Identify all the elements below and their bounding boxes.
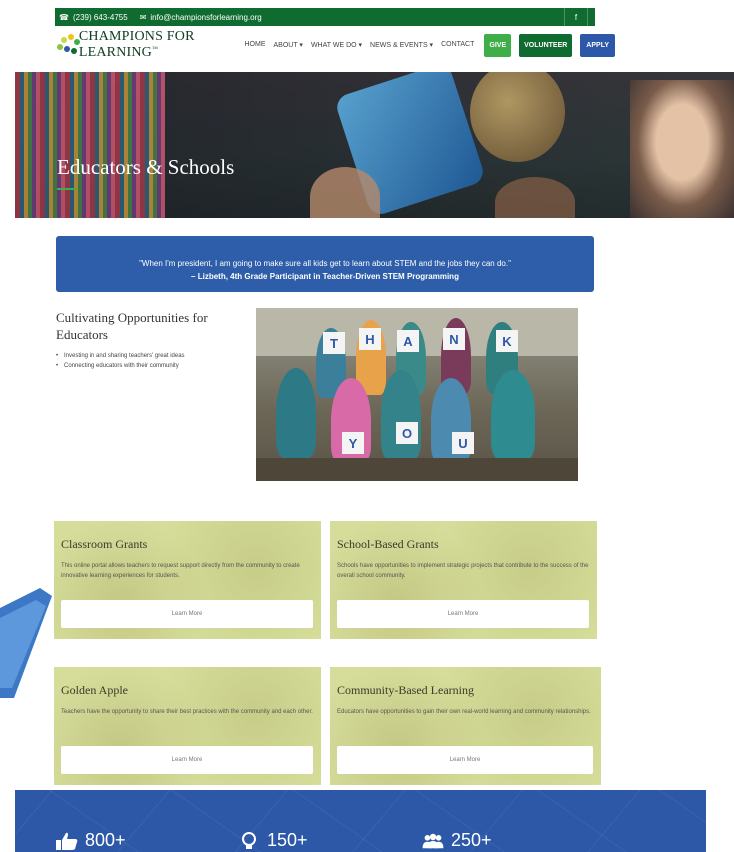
photo-child xyxy=(276,368,316,458)
logo-text: CHAMPIONS FOR LEARNING™ xyxy=(79,29,231,61)
thumbs-up-icon xyxy=(55,832,79,850)
letter-card: H xyxy=(359,328,381,350)
hero-background-stripes xyxy=(15,72,165,218)
photo-child xyxy=(381,370,421,460)
twitter-icon[interactable]: t xyxy=(587,8,610,26)
linkedin-icon[interactable]: in xyxy=(633,8,656,26)
learn-more-button[interactable]: Learn More xyxy=(337,600,589,628)
menu-about[interactable]: ABOUT ▾ xyxy=(270,41,307,49)
card-title: Classroom Grants xyxy=(61,537,148,551)
email-contact[interactable]: ✉ info@championsforlearning.org xyxy=(140,13,262,22)
hero-balloon xyxy=(470,72,565,162)
menu-home[interactable]: HOME xyxy=(241,41,270,49)
hero-child xyxy=(495,177,575,218)
hero-child xyxy=(310,167,380,218)
letter-card: Y xyxy=(342,432,364,454)
stat-value: 150+ xyxy=(267,830,308,850)
facebook-icon[interactable]: f xyxy=(564,8,587,26)
card-description: Educators have opportunities to gain the… xyxy=(337,709,591,715)
give-button[interactable]: GIVE xyxy=(484,33,512,57)
list-item: Connecting educators with their communit… xyxy=(56,361,185,371)
stat-item: 800+ xyxy=(55,830,126,851)
stat-item: 250+ xyxy=(421,830,492,851)
email-address[interactable]: info@championsforlearning.org xyxy=(150,13,261,22)
logo-name: CHAMPIONS FOR LEARNING xyxy=(78,29,195,60)
photo-floor xyxy=(256,458,578,481)
phone-number[interactable]: (239) 643-4755 xyxy=(73,13,128,22)
stats-band: 800+ 150+ 250+ xyxy=(15,790,706,852)
menu-news-events[interactable]: NEWS & EVENTS ▾ xyxy=(366,41,437,49)
grant-card: Classroom Grants This online portal allo… xyxy=(54,521,321,639)
thank-you-photo: T H A N K Y O U xyxy=(256,308,578,481)
learn-more-button[interactable]: Learn More xyxy=(61,746,313,774)
people-icon xyxy=(421,832,445,850)
grant-card: Community-Based Learning Educators have … xyxy=(330,667,601,785)
menu-contact[interactable]: CONTACT xyxy=(437,41,478,49)
quote-text: "When I'm president, I am going to make … xyxy=(139,259,511,268)
main-navigation: CHAMPIONS FOR LEARNING™ HOME ABOUT ▾ WHA… xyxy=(55,28,615,62)
card-description: Teachers have the opportunity to share t… xyxy=(61,709,313,715)
letter-card: T xyxy=(323,332,345,354)
letter-card: N xyxy=(443,328,465,350)
quote-banner: "When I'm president, I am going to make … xyxy=(56,236,594,292)
letter-card: O xyxy=(396,422,418,444)
grant-card: School-Based Grants Schools have opportu… xyxy=(330,521,597,639)
stat-item: 150+ xyxy=(237,830,308,851)
apply-button[interactable]: APPLY xyxy=(580,33,615,57)
google-plus-icon[interactable]: G+ xyxy=(610,8,633,26)
card-title: Community-Based Learning xyxy=(337,683,474,697)
card-title: School-Based Grants xyxy=(337,537,439,551)
trademark-mark: ™ xyxy=(152,46,159,53)
phone-contact[interactable]: ☎ (239) 643-4755 xyxy=(59,13,128,22)
card-description: This online portal allows teachers to re… xyxy=(61,563,300,579)
volunteer-button[interactable]: VOLUNTEER xyxy=(519,33,573,57)
lightbulb-icon xyxy=(237,831,261,850)
quote-attribution: – Lizbeth, 4th Grade Participant in Teac… xyxy=(191,272,459,281)
bullet-list: Investing in and sharing teachers' great… xyxy=(56,351,185,371)
card-description: Schools have opportunities to implement … xyxy=(337,563,589,579)
section-title: Cultivating Opportunities for Educators xyxy=(56,310,208,342)
stat-value: 250+ xyxy=(451,830,492,850)
mail-icon: ✉ xyxy=(139,12,147,22)
logo-mark-icon xyxy=(55,32,80,58)
letter-card: A xyxy=(397,330,419,352)
menu-what-we-do[interactable]: WHAT WE DO ▾ xyxy=(307,41,366,49)
hero-banner: Educators & Schools xyxy=(15,72,734,218)
learn-more-button[interactable]: Learn More xyxy=(61,600,313,628)
logo[interactable]: CHAMPIONS FOR LEARNING™ xyxy=(55,29,231,61)
instagram-icon[interactable]: ig xyxy=(656,8,679,26)
social-links: f t G+ in ig xyxy=(564,8,679,26)
title-underline xyxy=(57,188,77,190)
learn-more-button[interactable]: Learn More xyxy=(337,746,593,774)
decorative-blue-shape xyxy=(0,588,52,698)
grant-card: Golden Apple Teachers have the opportuni… xyxy=(54,667,321,785)
menu: HOME ABOUT ▾ WHAT WE DO ▾ NEWS & EVENTS … xyxy=(241,41,479,49)
photo-child xyxy=(491,370,535,460)
page-title: Educators & Schools xyxy=(57,155,235,179)
card-title: Golden Apple xyxy=(61,683,128,697)
letter-card: K xyxy=(496,330,518,352)
list-item: Investing in and sharing teachers' great… xyxy=(56,351,185,361)
hero-teacher xyxy=(630,80,734,218)
stat-value: 800+ xyxy=(85,830,126,850)
top-bar: ☎ (239) 643-4755 ✉ info@championsforlear… xyxy=(55,8,671,26)
phone-icon: ☎ xyxy=(59,12,69,22)
letter-card: U xyxy=(452,432,474,454)
